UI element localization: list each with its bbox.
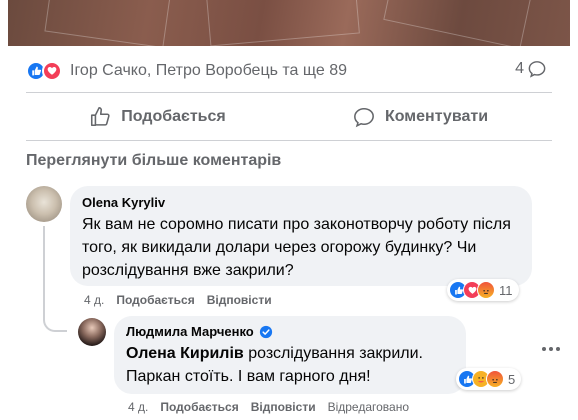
angry-icon — [477, 281, 495, 299]
post-photo[interactable] — [8, 0, 570, 46]
reaction-count: 11 — [499, 282, 513, 298]
comment-bubble-icon — [528, 61, 546, 78]
comment-author-row: Людмила Марченко — [126, 324, 454, 339]
divider — [26, 140, 552, 141]
comment-reactions[interactable]: 5 — [456, 368, 522, 390]
comment-author[interactable]: Olena Kyryliv — [82, 195, 520, 210]
comment-author[interactable]: Людмила Марченко — [126, 324, 254, 339]
comment-time[interactable]: 4 д. — [84, 293, 104, 307]
comment-button[interactable]: Коментувати — [289, 100, 552, 134]
comment-reply-link[interactable]: Відповісти — [207, 293, 272, 307]
comment-reactions[interactable]: 11 — [447, 279, 519, 301]
reactions-summary[interactable]: Ігор Сачко, Петро Воробець та ще 89 4 — [26, 60, 546, 82]
comment-reply-link[interactable]: Відповісти — [251, 400, 316, 414]
dot — [542, 347, 546, 351]
verified-badge-icon — [259, 325, 272, 338]
love-icon — [42, 61, 62, 81]
more-options-icon[interactable] — [542, 347, 560, 351]
reply-thread-line — [43, 226, 67, 332]
angry-icon — [486, 370, 504, 388]
comment-button-label: Коментувати — [384, 108, 489, 125]
reaction-count: 5 — [508, 371, 516, 387]
photo-texture — [44, 0, 172, 46]
reaction-icons — [26, 61, 62, 81]
photo-texture — [206, 0, 360, 46]
post-actions: Подобається Коментувати — [26, 100, 552, 134]
reaction-names[interactable]: Ігор Сачко, Петро Воробець та ще 89 — [70, 62, 347, 80]
comment-count[interactable]: 4 — [515, 60, 546, 78]
comment-text: Як вам не соромно писати про законотворч… — [82, 216, 511, 279]
thumbs-up-icon — [91, 107, 110, 127]
divider — [26, 92, 552, 93]
avatar[interactable] — [26, 186, 62, 222]
comment-bubble: Людмила Марченко Олена Кирилів розслідув… — [114, 316, 466, 394]
like-button-label: Подобається — [121, 108, 226, 125]
avatar[interactable] — [78, 318, 106, 346]
comment-like-link[interactable]: Подобається — [160, 400, 238, 414]
photo-texture — [383, 0, 533, 46]
comment-text: Олена Кирилів розслідування закрили. Пар… — [126, 342, 454, 388]
view-more-comments-link[interactable]: Переглянути більше коментарів — [26, 152, 281, 170]
edited-label: Відредаговано — [327, 400, 410, 414]
comment-like-link[interactable]: Подобається — [116, 293, 194, 307]
dot — [556, 347, 560, 351]
comment-bubble: Olena Kyryliv Як вам не соромно писати п… — [70, 186, 532, 286]
dot — [549, 347, 553, 351]
comment-meta: 4 д. Подобається Відповісти Відредагован… — [128, 400, 409, 414]
mention-link[interactable]: Олена Кирилів — [126, 345, 244, 362]
comment-icon — [354, 107, 374, 128]
comment-text-line: Паркан стоїть. І вам гарного дня! — [126, 368, 371, 385]
comment-meta: 4 д. Подобається Відповісти — [84, 293, 272, 307]
comment-text-part: розслідування закрили. — [243, 345, 423, 362]
like-button[interactable]: Подобається — [26, 100, 289, 134]
comment-count-value: 4 — [515, 60, 524, 77]
comment-time[interactable]: 4 д. — [128, 400, 148, 414]
